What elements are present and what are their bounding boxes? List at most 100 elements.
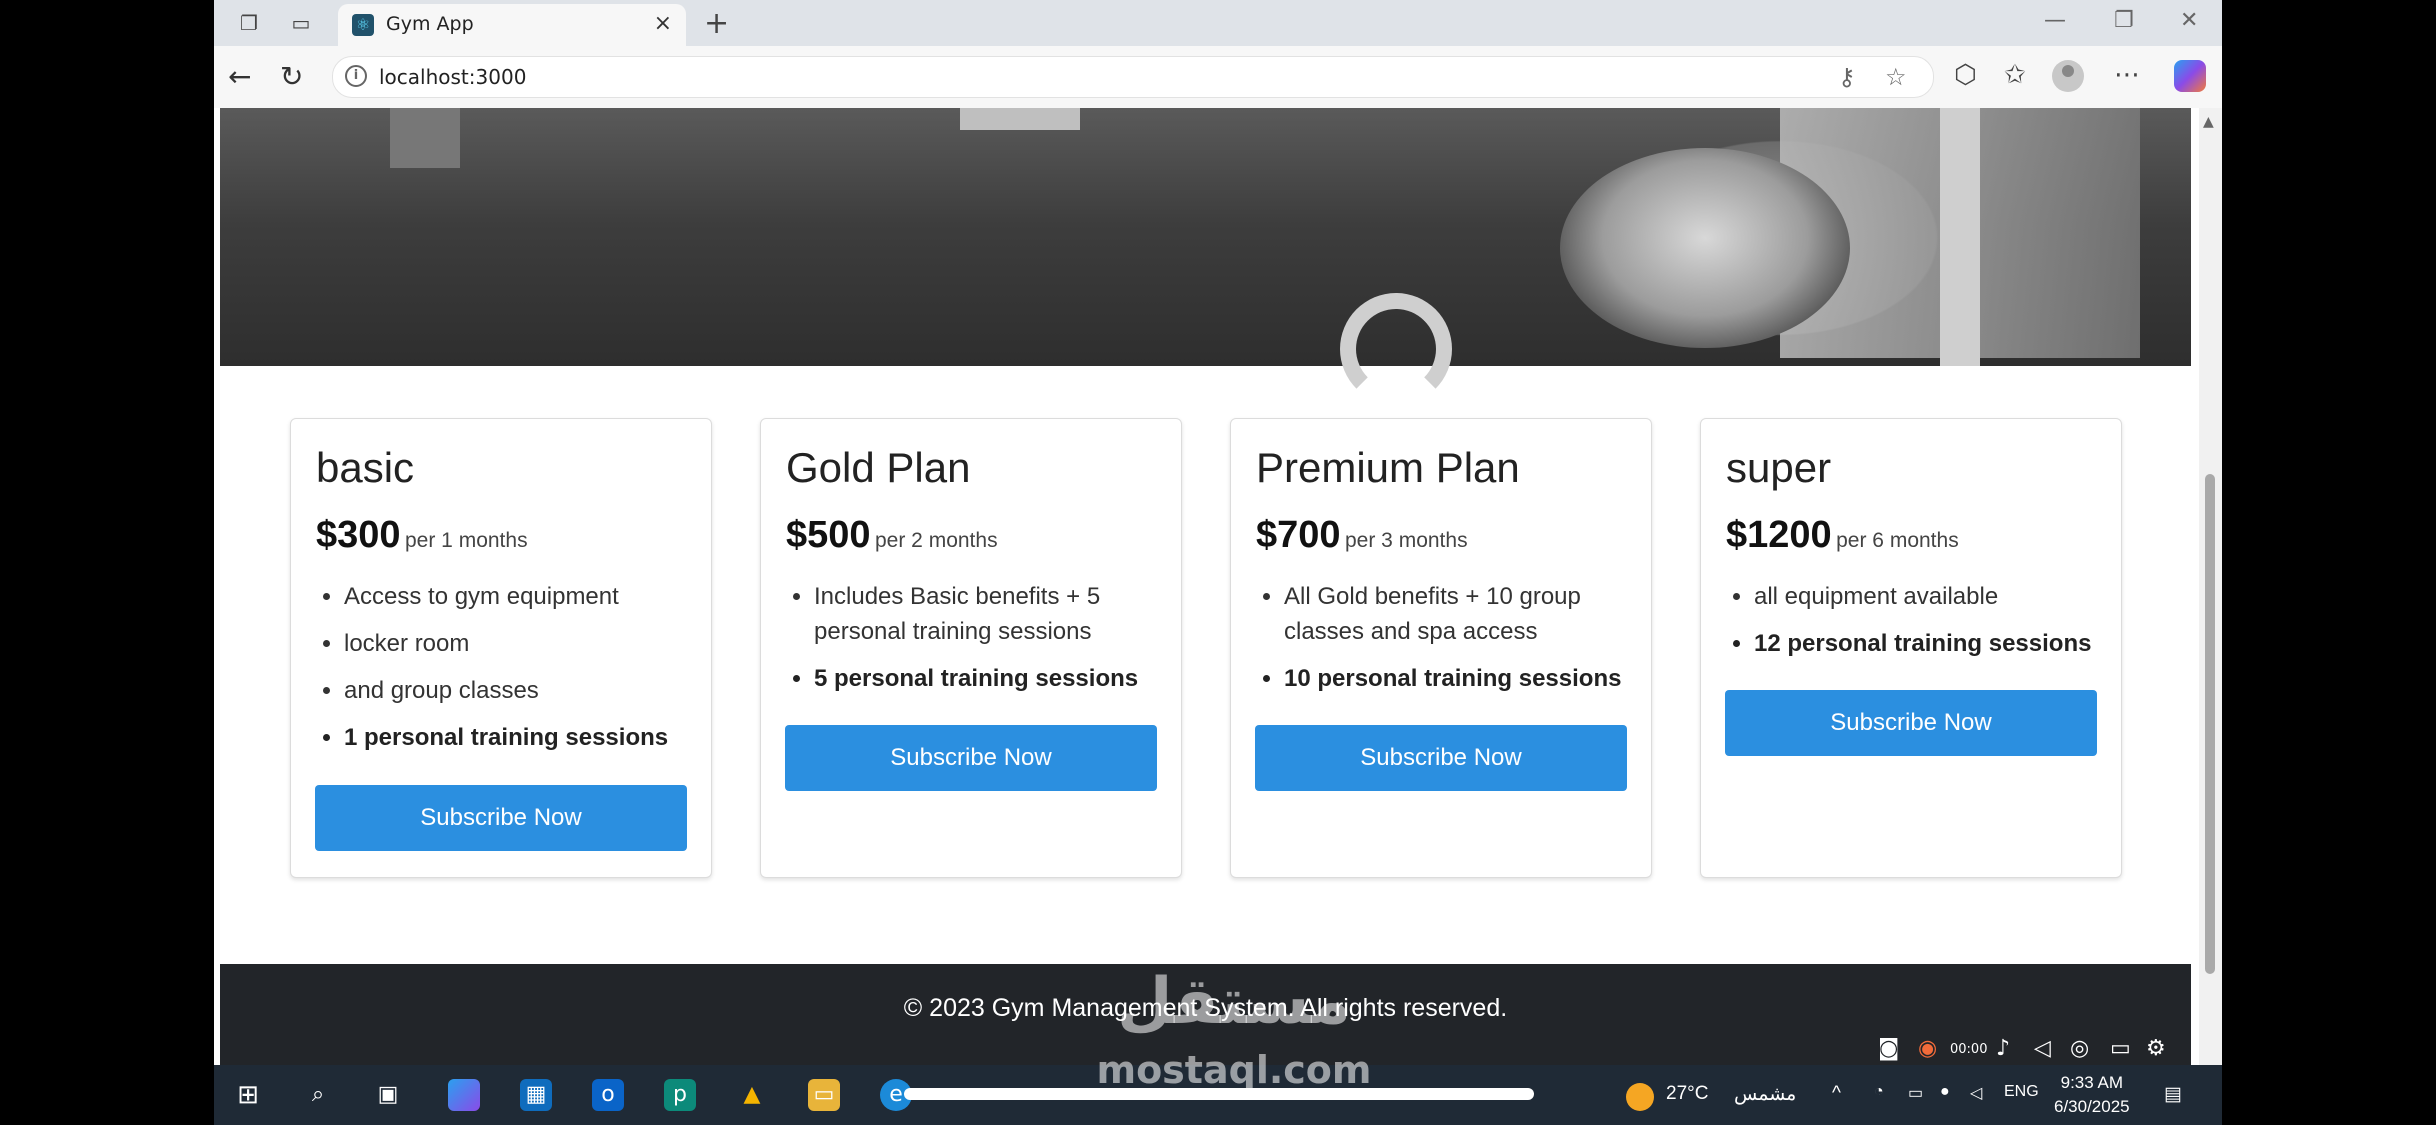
recorder-toolbar: ◙ ◉ 00:00 ♪ ◁ ◎ ▭ ⚙ [1878, 1036, 2222, 1066]
plan-name: Premium Plan [1256, 444, 1520, 491]
mic-icon[interactable]: ● [1940, 1083, 1950, 1101]
plan-period: per 1 months [405, 529, 528, 552]
close-icon[interactable]: × [654, 11, 672, 36]
plan-name: basic [316, 444, 415, 491]
weather-temp: 27°C [1666, 1083, 1709, 1104]
weather-sun-icon [1626, 1083, 1654, 1111]
recorder-window-icon[interactable]: ▭ [2110, 1036, 2131, 1061]
recorder-volume-icon[interactable]: ◁ [2034, 1036, 2051, 1061]
battery-icon[interactable]: ▭ [1908, 1083, 1923, 1103]
file-explorer-icon[interactable]: ▭ [808, 1079, 840, 1111]
weather-desc: مشمس [1734, 1084, 1797, 1105]
favorite-star-icon[interactable]: ☆ [1885, 63, 1907, 91]
plan-price-row: $700 per 3 months [1256, 514, 1468, 557]
drive-icon[interactable]: ▲ [736, 1079, 768, 1111]
extensions-icon[interactable]: ⬡ [1954, 60, 1977, 90]
subscribe-button-super[interactable]: Subscribe Now [1725, 690, 2097, 756]
plan-card-gold: Gold Plan $500 per 2 months Includes Bas… [760, 418, 1182, 878]
volume-icon[interactable]: ◁ [1970, 1083, 1982, 1103]
recorder-settings-icon[interactable]: ⚙ [2146, 1036, 2166, 1061]
back-icon[interactable]: ← [228, 60, 251, 93]
key-icon[interactable]: ⚷ [1838, 63, 1856, 91]
subscribe-button-basic[interactable]: Subscribe Now [315, 785, 687, 851]
windows-start-icon[interactable]: ⊞ [232, 1079, 264, 1111]
outlook-icon[interactable]: o [592, 1079, 624, 1111]
camera-icon[interactable]: ◙ [1878, 1036, 1899, 1061]
browser-window: ❐ ▭ ⚛ Gym App × + — ❐ ✕ ← ↻ i localhost:… [214, 0, 2222, 1125]
taskbar-clock[interactable]: 9:33 AM 6/30/2025 [2054, 1071, 2130, 1119]
tab-title: Gym App [386, 13, 474, 35]
feature-item: all equipment available [1754, 579, 2124, 614]
tray-chevron-icon[interactable]: ^ [1832, 1083, 1841, 1105]
subscribe-button-gold[interactable]: Subscribe Now [785, 725, 1157, 791]
copilot-app-icon[interactable] [448, 1079, 480, 1111]
window-close-icon[interactable]: ✕ [2180, 8, 2198, 33]
plan-price-row: $1200 per 6 months [1726, 514, 1959, 557]
favorites-icon[interactable]: ✩ [2004, 60, 2026, 90]
sessions-item: 5 personal training sessions [814, 661, 1184, 696]
plan-features: all equipment available 12 personal trai… [1726, 579, 2124, 673]
page-viewport: basic $300 per 1 months Access to gym eq… [214, 108, 2199, 1065]
address-toolbar: ← ↻ i localhost:3000 ⚷ ☆ ⬡ ✩ ⋯ [214, 46, 2222, 109]
search-icon[interactable]: ⌕ [302, 1079, 334, 1111]
watermark-arabic: مستقل [1116, 965, 1352, 1039]
sessions-item: 10 personal training sessions [1284, 661, 1654, 696]
recorder-time: 00:00 [1950, 1042, 1988, 1057]
feature-item: and group classes [344, 673, 714, 708]
plan-features: All Gold benefits + 10 group classes and… [1256, 579, 1654, 708]
page-scrollbar[interactable]: ▲ [2199, 108, 2222, 1065]
plan-features: Access to gym equipment locker room and … [316, 579, 714, 767]
profile-avatar[interactable] [2052, 60, 2084, 92]
new-tab-icon[interactable]: + [704, 6, 729, 41]
clock-time: 9:33 AM [2060, 1073, 2123, 1092]
address-input[interactable]: i localhost:3000 ⚷ ☆ [332, 56, 1934, 98]
recorder-record-icon[interactable]: ◎ [2070, 1036, 2089, 1061]
store-icon[interactable]: ▦ [520, 1079, 552, 1111]
tab-strip: ❐ ▭ ⚛ Gym App × + — ❐ ✕ [214, 0, 2222, 46]
more-options-icon[interactable]: ⋯ [2114, 60, 2140, 90]
plan-card-super: super $1200 per 6 months all equipment a… [1700, 418, 2122, 878]
plan-period: per 6 months [1836, 529, 1959, 552]
pycharm-icon[interactable]: p [664, 1079, 696, 1111]
plan-price-row: $500 per 2 months [786, 514, 998, 557]
sessions-item: 12 personal training sessions [1754, 626, 2124, 661]
notifications-icon[interactable]: ▤ [2164, 1083, 2182, 1106]
plan-features: Includes Basic benefits + 5 personal tra… [786, 579, 1184, 708]
info-icon[interactable]: i [345, 65, 367, 87]
feature-item: Access to gym equipment [344, 579, 714, 614]
feature-item: locker room [344, 626, 714, 661]
plan-name: super [1726, 444, 1832, 491]
subscribe-button-premium[interactable]: Subscribe Now [1255, 725, 1627, 791]
plan-price: $300 [316, 514, 401, 556]
plan-price: $500 [786, 514, 871, 556]
scrollbar-thumb[interactable] [2205, 474, 2215, 974]
tab-gym-app[interactable]: ⚛ Gym App × [338, 4, 686, 46]
plan-period: per 2 months [875, 529, 998, 552]
plan-price: $1200 [1726, 514, 1832, 556]
record-icon[interactable]: ◉ [1918, 1036, 1937, 1061]
watermark-url: mostaql.com [1096, 1048, 1372, 1092]
plan-name: Gold Plan [786, 444, 971, 491]
minimize-icon[interactable]: — [2044, 8, 2066, 33]
workspaces-icon[interactable]: ❐ [238, 12, 260, 34]
wifi-icon[interactable]: ◔ [1874, 1083, 1884, 1101]
plan-period: per 3 months [1345, 529, 1468, 552]
task-view-icon[interactable]: ▣ [372, 1079, 404, 1111]
react-favicon-icon: ⚛ [352, 14, 374, 36]
plan-card-premium: Premium Plan $700 per 3 months All Gold … [1230, 418, 1652, 878]
gym-hero-image [220, 108, 2191, 405]
recorder-mic-icon[interactable]: ♪ [1996, 1036, 2010, 1061]
copilot-icon[interactable] [2174, 60, 2206, 92]
refresh-icon[interactable]: ↻ [280, 60, 303, 93]
scroll-up-icon[interactable]: ▲ [2203, 114, 2214, 130]
sessions-item: 1 personal training sessions [344, 720, 714, 755]
feature-item: All Gold benefits + 10 group classes and… [1284, 579, 1654, 649]
url-text: localhost:3000 [379, 65, 527, 89]
plan-price-row: $300 per 1 months [316, 514, 528, 557]
restore-icon[interactable]: ❐ [2114, 8, 2134, 33]
clock-date: 6/30/2025 [2054, 1097, 2130, 1116]
tab-actions-icon[interactable]: ▭ [290, 12, 312, 34]
plan-price: $700 [1256, 514, 1341, 556]
feature-item: Includes Basic benefits + 5 personal tra… [814, 579, 1184, 649]
language-indicator[interactable]: ENG [2004, 1083, 2039, 1101]
